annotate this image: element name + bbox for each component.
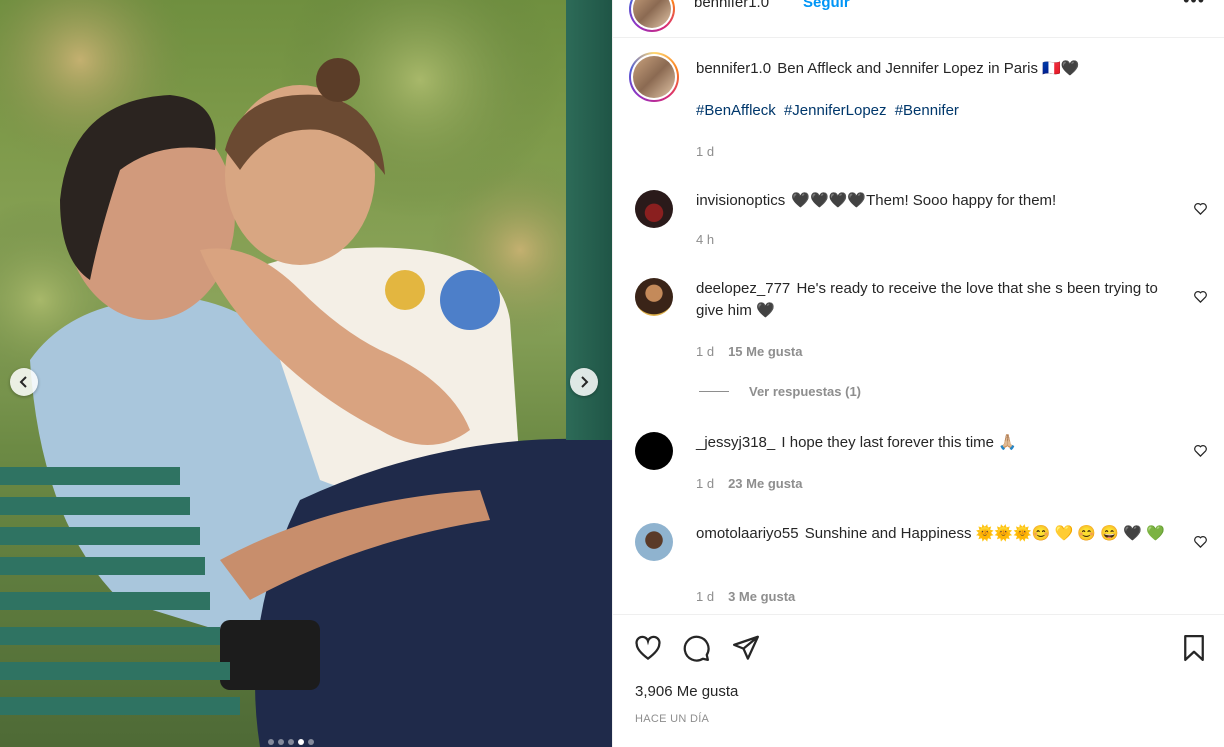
comment-username[interactable]: deelopez_777	[696, 280, 790, 297]
previous-slide-button[interactable]	[10, 368, 38, 396]
comment-username[interactable]: omotolaariyo55	[696, 525, 799, 542]
comment-time[interactable]: 4 h	[696, 232, 714, 247]
comment-time[interactable]: 1 d	[696, 476, 714, 491]
chevron-left-icon	[19, 376, 27, 388]
comment-meta: 4 h	[696, 232, 714, 247]
comment-avatar[interactable]	[635, 190, 673, 228]
post-timestamp[interactable]: HACE UN DÍA	[635, 713, 709, 725]
more-options-icon[interactable]: •••	[1183, 0, 1205, 11]
caption-text: bennifer1.0 Ben Affleck and Jennifer Lop…	[696, 58, 1176, 80]
carousel-dot	[268, 739, 274, 745]
carousel-dot	[278, 739, 284, 745]
view-replies-label: Ver respuestas (1)	[749, 384, 862, 399]
replies-divider	[699, 391, 729, 392]
caption-body: Ben Affleck and Jennifer Lopez in Paris …	[777, 60, 1080, 77]
comment-body: 🖤🖤🖤🖤Them! Sooo happy for them!	[791, 192, 1057, 209]
comment-body: Sunshine and Happiness 🌞🌞🌞😊 💛 😊 😄 🖤 💚	[804, 525, 1165, 542]
post-likes-count[interactable]: 3,906 Me gusta	[635, 683, 738, 700]
comment-bubble-icon[interactable]	[681, 633, 711, 663]
share-send-icon[interactable]	[731, 633, 761, 663]
comment-avatar[interactable]	[635, 523, 673, 561]
post-actions: 3,906 Me gusta HACE UN DÍA	[613, 614, 1224, 747]
hashtag-link[interactable]: #BenAffleck	[696, 102, 776, 119]
caption-username[interactable]: bennifer1.0	[696, 60, 771, 77]
like-heart-icon[interactable]	[633, 633, 663, 663]
view-replies-button[interactable]: Ver respuestas (1)	[699, 384, 861, 399]
comment-like-heart-icon[interactable]	[1193, 534, 1208, 549]
comment-username[interactable]: _jessyj318_	[696, 434, 775, 451]
hashtag-link[interactable]: #JenniferLopez	[784, 102, 887, 119]
post-photo[interactable]	[0, 0, 612, 747]
comment-like-heart-icon[interactable]	[1193, 289, 1208, 304]
caption-avatar[interactable]	[629, 52, 679, 102]
comment-like-heart-icon[interactable]	[1193, 201, 1208, 216]
comment-likes[interactable]: 3 Me gusta	[728, 589, 795, 604]
comment: invisionoptics 🖤🖤🖤🖤Them! Sooo happy for …	[696, 190, 1176, 212]
carousel-indicator	[268, 739, 314, 745]
comment-avatar[interactable]	[635, 432, 673, 470]
post-panel: bennifer1.0 Seguir ••• bennifer1.0 Ben A…	[612, 0, 1224, 747]
comment-body: I hope they last forever this time 🙏🏼	[781, 434, 1017, 451]
comment-time[interactable]: 1 d	[696, 344, 714, 359]
comment-avatar[interactable]	[635, 278, 673, 316]
save-bookmark-icon[interactable]	[1179, 633, 1209, 663]
next-slide-button[interactable]	[570, 368, 598, 396]
comment-meta: 1 d 23 Me gusta	[696, 476, 803, 491]
carousel-dot	[288, 739, 294, 745]
bench	[0, 467, 240, 715]
comment-meta: 1 d 15 Me gusta	[696, 344, 803, 359]
comment-likes[interactable]: 15 Me gusta	[728, 344, 802, 359]
hashtag-link[interactable]: #Bennifer	[895, 102, 959, 119]
caption-time[interactable]: 1 d	[696, 144, 714, 159]
caption-hashtags: #BenAffleck #JenniferLopez #Bennifer	[696, 102, 963, 119]
post-header: bennifer1.0 Seguir •••	[613, 0, 1224, 38]
comment: omotolaariyo55 Sunshine and Happiness 🌞🌞…	[696, 523, 1176, 545]
carousel-dot-active	[298, 739, 304, 745]
comment-like-heart-icon[interactable]	[1193, 443, 1208, 458]
comment-meta: 1 d 3 Me gusta	[696, 589, 795, 604]
caption-meta: 1 d	[696, 144, 714, 159]
comment-likes[interactable]: 23 Me gusta	[728, 476, 802, 491]
author-username[interactable]: bennifer1.0	[694, 0, 769, 11]
comment: deelopez_777 He's ready to receive the l…	[696, 278, 1176, 322]
comment-time[interactable]: 1 d	[696, 589, 714, 604]
carousel-dot	[308, 739, 314, 745]
comment: _jessyj318_ I hope they last forever thi…	[696, 432, 1176, 454]
follow-button[interactable]: Seguir	[803, 0, 850, 11]
author-avatar[interactable]	[629, 0, 675, 32]
chevron-right-icon	[581, 376, 589, 388]
comment-username[interactable]: invisionoptics	[696, 192, 785, 209]
